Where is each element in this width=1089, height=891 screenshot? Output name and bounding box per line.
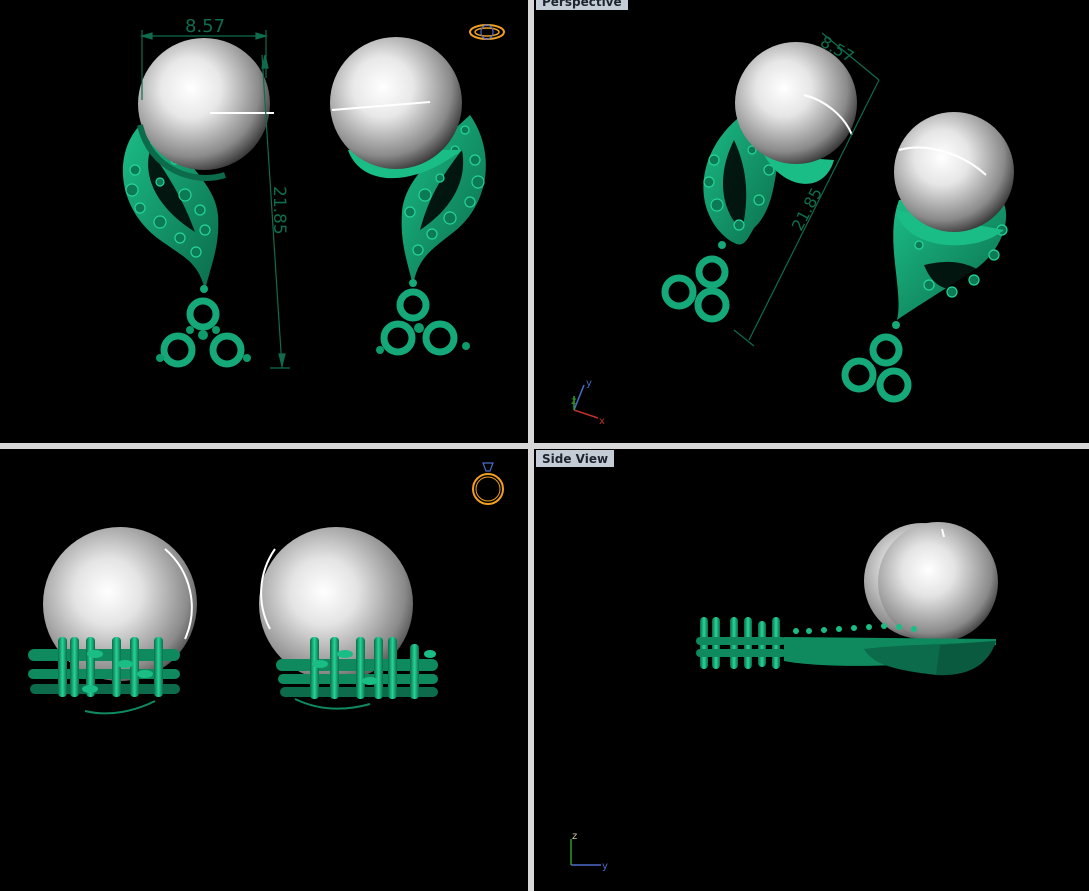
- dimension-width-label: 8.57: [185, 16, 225, 37]
- pearl-left[interactable]: [138, 38, 270, 170]
- ring-front-view-icon[interactable]: [472, 462, 504, 505]
- top-view-canvas: 8.57 21.85: [122, 16, 505, 369]
- perspective-dimension-height-label: 21.85: [788, 185, 826, 234]
- earring-front-left[interactable]: [28, 527, 197, 715]
- side-axis-widget: y z: [570, 831, 608, 872]
- front-viewport[interactable]: [0, 449, 528, 891]
- perspective-axis-widget: x y z: [571, 378, 605, 427]
- earring-perspective-2[interactable]: [841, 112, 1014, 403]
- earring-left[interactable]: [122, 38, 274, 368]
- viewport-label-perspective[interactable]: Perspective: [536, 0, 628, 10]
- axis-y-label-side: y: [602, 861, 608, 872]
- top-viewport[interactable]: 8.57 21.85: [0, 0, 528, 443]
- dimension-height-label: 21.85: [269, 186, 289, 235]
- side-view-canvas: y z: [570, 522, 998, 872]
- side-viewport[interactable]: y z Side View: [534, 449, 1089, 891]
- front-view-canvas: [28, 462, 504, 715]
- pearl-side[interactable]: [878, 522, 998, 642]
- pearl-right[interactable]: [330, 37, 462, 169]
- earring-right[interactable]: [330, 37, 486, 356]
- axis-z-label: z: [571, 396, 576, 407]
- perspective-view-canvas: 8.57 21.85 x y z: [571, 32, 1014, 427]
- ring-top-view-icon[interactable]: [469, 24, 505, 40]
- viewport-label-side[interactable]: Side View: [536, 450, 615, 467]
- earring-side[interactable]: [696, 522, 998, 676]
- perspective-viewport[interactable]: 8.57 21.85 x y z Perspective: [534, 0, 1089, 443]
- axis-y-label: y: [586, 378, 592, 389]
- axis-z-label-side: z: [572, 831, 577, 842]
- earring-front-right[interactable]: [259, 527, 438, 710]
- pearl-perspective-2[interactable]: [894, 112, 1014, 232]
- axis-x-label: x: [599, 416, 605, 427]
